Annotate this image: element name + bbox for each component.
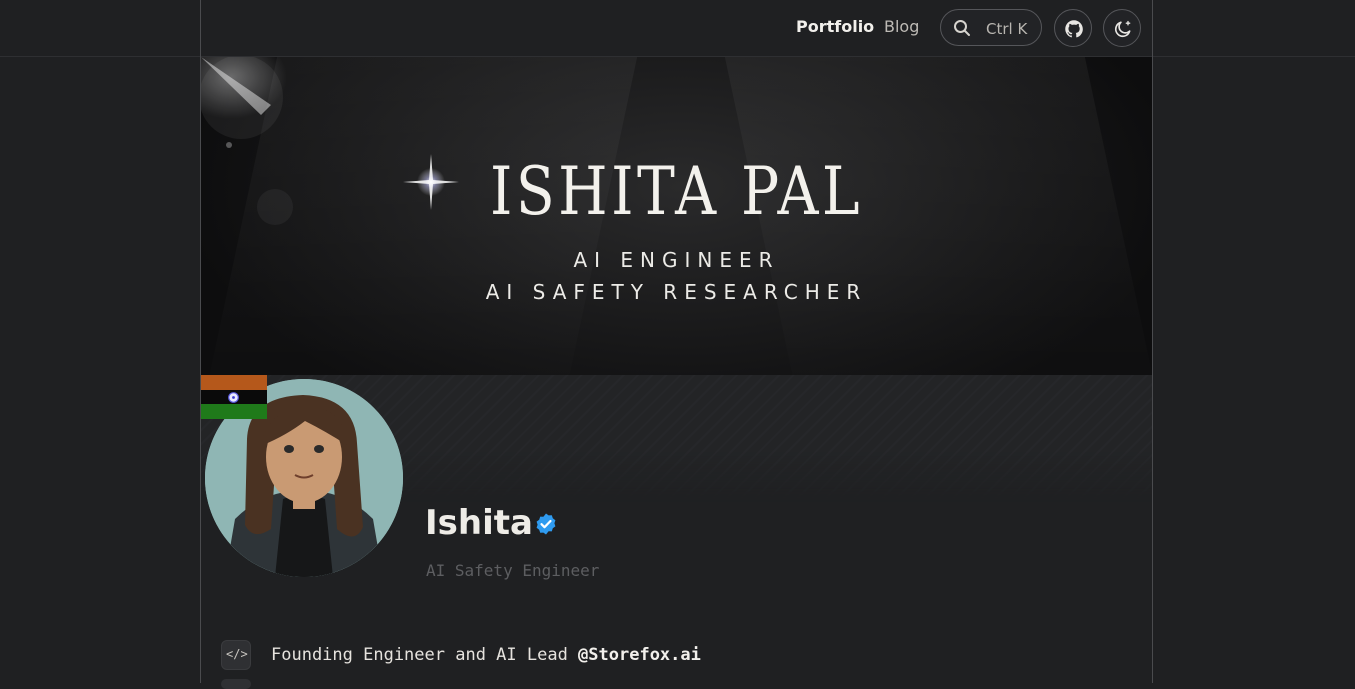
theme-toggle-icon: [1114, 20, 1131, 38]
next-info-icon: [221, 679, 251, 689]
chakra-icon: [228, 391, 239, 403]
nav-portfolio[interactable]: Portfolio: [796, 17, 874, 36]
github-button[interactable]: [1054, 9, 1092, 47]
banner-subtitle-research: AI SAFETY RESEARCHER: [485, 280, 868, 304]
info-row-text: Founding Engineer and AI Lead @Storefox.…: [271, 645, 701, 665]
profile-name: Ishita: [425, 503, 533, 543]
top-nav: Portfolio Blog Ctrl K: [201, 0, 1152, 56]
profile-banner: ISHITA PAL AI ENGINEER AI SAFETY RESEARC…: [201, 57, 1152, 375]
verified-badge-icon: [536, 513, 556, 535]
nav-blog[interactable]: Blog: [884, 17, 919, 36]
search-icon: [954, 20, 970, 36]
page-container: Portfolio Blog Ctrl K ISHITA PAL AI ENGI…: [200, 0, 1153, 689]
search-shortcut: Ctrl K: [986, 20, 1028, 38]
github-icon: [1065, 20, 1083, 38]
india-flag: [201, 375, 267, 419]
company-link[interactable]: @Storefox.ai: [578, 645, 701, 665]
theme-toggle-button[interactable]: [1103, 9, 1141, 47]
banner-title: ISHITA PAL: [489, 153, 864, 230]
work-role: Founding Engineer and AI Lead: [271, 645, 579, 665]
code-icon: </>: [221, 640, 251, 670]
profile-tagline: AI Safety Engineer: [426, 561, 600, 580]
search-button[interactable]: Ctrl K: [940, 9, 1042, 46]
banner-subtitle-role: AI ENGINEER: [573, 248, 780, 272]
